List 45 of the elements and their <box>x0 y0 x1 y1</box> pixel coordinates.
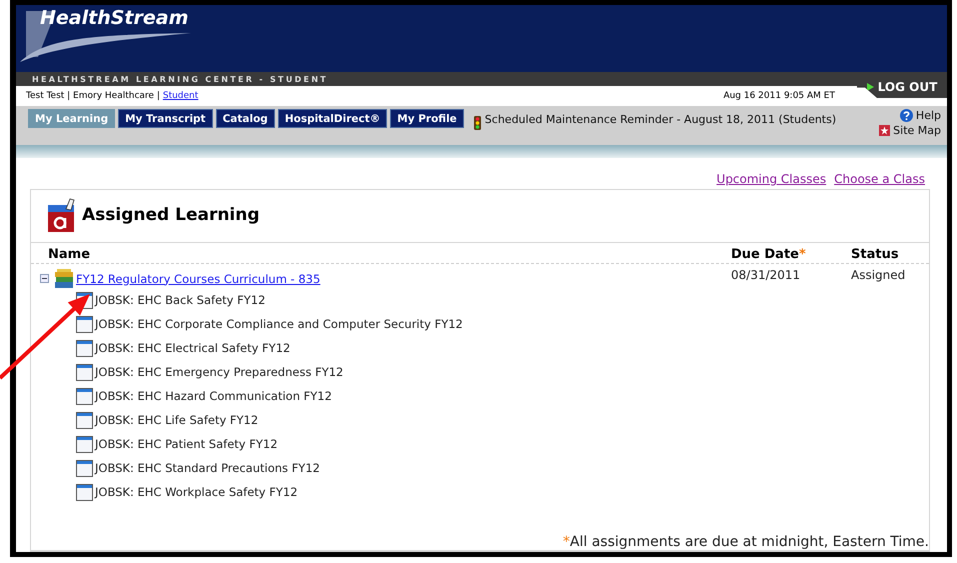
course-window-icon <box>76 436 93 452</box>
collapse-icon[interactable] <box>40 274 49 283</box>
course-title[interactable]: JOBSK: EHC Emergency Preparedness FY12 <box>95 365 344 379</box>
panel-title: Assigned Learning <box>82 205 260 225</box>
column-header: Due Date* <box>731 247 807 262</box>
nav-tab[interactable]: Catalog <box>216 109 275 128</box>
nav-tab[interactable]: My Profile <box>390 109 464 128</box>
course-title[interactable]: JOBSK: EHC Hazard Communication FY12 <box>95 389 332 403</box>
class-link[interactable]: Choose a Class <box>834 172 925 186</box>
nav-tab[interactable]: My Transcript <box>118 109 213 128</box>
books-icon <box>54 268 75 288</box>
course-window-icon <box>76 340 93 356</box>
course-title[interactable]: JOBSK: EHC Corporate Compliance and Computer Security FY12 <box>95 317 463 331</box>
role-link[interactable]: Student <box>162 91 198 101</box>
due-footnote: *All assignments are due at midnight, Eastern Time. <box>562 534 929 550</box>
site-map-link[interactable]: Site Map <box>893 124 941 137</box>
logo-text: HealthStream <box>40 7 188 29</box>
course-title[interactable]: JOBSK: EHC Life Safety FY12 <box>95 413 258 427</box>
site-map-icon <box>879 125 890 136</box>
curriculum-link[interactable]: FY12 Regulatory Courses Curriculum - 835 <box>76 272 320 286</box>
play-icon <box>866 83 874 91</box>
portal-subtitle: HEALTHSTREAM LEARNING CENTER - STUDENT <box>32 74 328 84</box>
status-text: Assigned <box>851 268 906 282</box>
course-window-icon <box>76 484 93 500</box>
user-info: Test Test | Emory Healthcare | <box>26 91 160 101</box>
class-link[interactable]: Upcoming Classes <box>716 172 826 186</box>
course-window-icon <box>76 460 93 476</box>
column-header: Status <box>851 247 900 262</box>
course-title[interactable]: JOBSK: EHC Standard Precautions FY12 <box>95 461 320 475</box>
course-window-icon <box>76 316 93 332</box>
due-date: 08/31/2011 <box>731 268 802 282</box>
course-window-icon <box>76 412 93 428</box>
maintenance-notice[interactable]: Scheduled Maintenance Reminder - August 18, 2011 (Students) <box>484 113 836 126</box>
course-title[interactable]: JOBSK: EHC Electrical Safety FY12 <box>95 341 290 355</box>
course-window-icon <box>76 388 93 404</box>
nav-tab[interactable]: HospitalDirect® <box>278 109 388 128</box>
course-title[interactable]: JOBSK: EHC Back Safety FY12 <box>95 293 266 307</box>
column-header: Name <box>48 247 92 262</box>
date-time: Aug 16 2011 9:05 AM ET <box>723 91 835 101</box>
course-window-icon <box>76 364 93 380</box>
course-title[interactable]: JOBSK: EHC Patient Safety FY12 <box>95 437 278 451</box>
course-title[interactable]: JOBSK: EHC Workplace Safety FY12 <box>95 485 298 499</box>
traffic-light-icon <box>474 116 481 130</box>
help-link[interactable]: Help <box>916 109 941 122</box>
help-icon <box>900 109 913 122</box>
